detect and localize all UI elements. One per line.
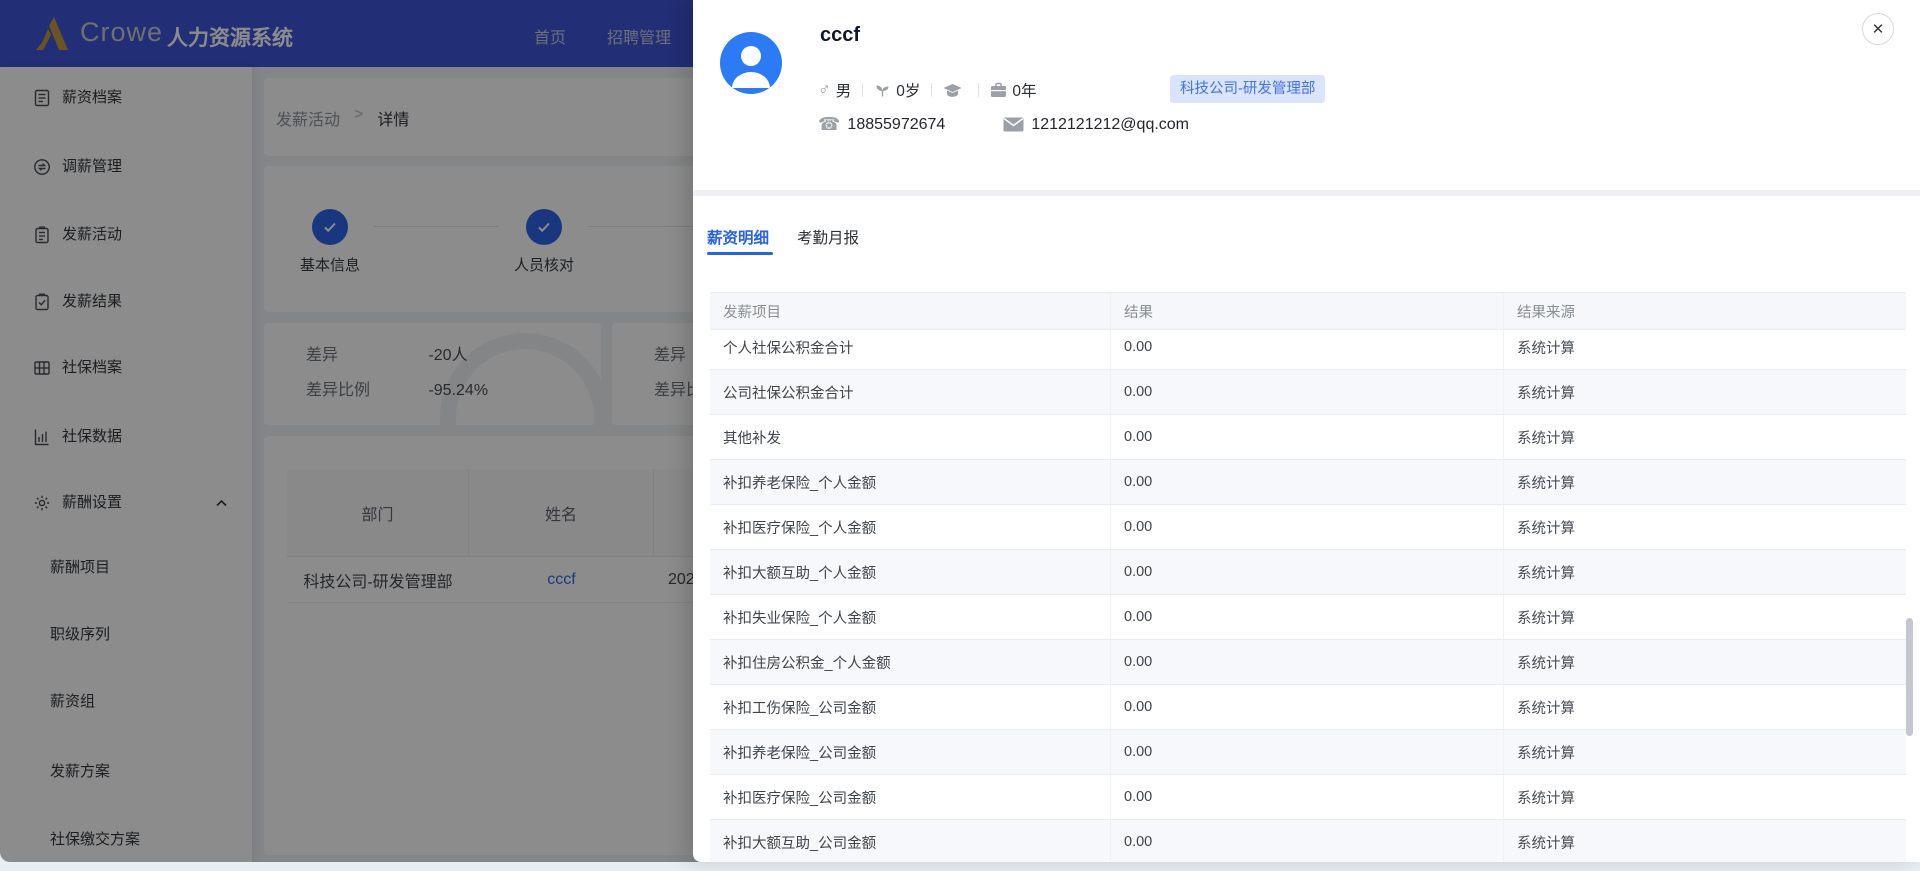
source-cell: 系统计算 — [1503, 775, 1906, 819]
result-cell: 0.00 — [1110, 820, 1503, 862]
item-cell: 个人社保公积金合计 — [723, 340, 854, 357]
table-row: 公司社保公积金合计 0.00 系统计算 — [710, 370, 1906, 415]
source-cell: 系统计算 — [1503, 730, 1906, 774]
department-tag: 科技公司-研发管理部 — [1170, 75, 1326, 103]
result-cell: 0.00 — [1110, 370, 1503, 414]
table-row: 补扣大额互助_个人金额 0.00 系统计算 — [710, 550, 1906, 595]
source-cell: 系统计算 — [1503, 595, 1906, 639]
table-row: 补扣住房公积金_个人金额 0.00 系统计算 — [710, 640, 1906, 685]
table-row: 补扣大额互助_公司金额 0.00 系统计算 — [710, 820, 1906, 862]
table-row: 补扣医疗保险_公司金额 0.00 系统计算 — [710, 775, 1906, 820]
result-cell: 0.00 — [1110, 730, 1503, 774]
source-cell: 系统计算 — [1503, 685, 1906, 729]
employee-contact-row: ☎ 18855972674 1212121212@qq.com — [818, 114, 1189, 135]
source-cell: 系统计算 — [1503, 330, 1906, 369]
source-cell: 系统计算 — [1503, 640, 1906, 684]
tab-salary-detail[interactable]: 薪资明细 — [707, 226, 769, 248]
salary-table: 发薪项目 结果 结果来源 — [710, 292, 1906, 330]
user-icon — [732, 46, 770, 88]
result-cell: 0.00 — [1110, 595, 1503, 639]
result-cell: 0.00 — [1110, 415, 1503, 459]
table-row: 补扣医疗保险_个人金额 0.00 系统计算 — [710, 505, 1906, 550]
header-divider — [693, 190, 1920, 196]
item-cell: 补扣工伤保险_公司金额 — [723, 700, 877, 717]
vertical-scrollbar[interactable] — [1906, 618, 1913, 736]
source-cell: 系统计算 — [1503, 505, 1906, 549]
briefcase-icon — [990, 82, 1007, 98]
result-cell: 0.00 — [1110, 550, 1503, 594]
item-cell: 补扣大额互助_个人金额 — [723, 565, 877, 582]
phone-icon: ☎ — [818, 114, 841, 134]
phone-value: 18855972674 — [847, 115, 946, 133]
seniority-value: 0年 — [1012, 83, 1037, 100]
employee-info-row: ♂ 男 0岁 0年 — [818, 79, 1037, 101]
divider — [978, 83, 980, 97]
sprout-age-icon — [874, 82, 891, 99]
salary-table-header: 发薪项目 结果 结果来源 — [710, 292, 1906, 330]
close-icon: ✕ — [1871, 21, 1885, 38]
table-row: 个人社保公积金合计 0.00 系统计算 — [710, 330, 1906, 370]
source-cell: 系统计算 — [1503, 820, 1906, 862]
result-cell: 0.00 — [1110, 640, 1503, 684]
result-cell: 0.00 — [1110, 330, 1503, 369]
salary-table-body: 个人社保公积金合计 0.00 系统计算 公司社保公积金合计 0.00 系统计算 … — [710, 330, 1906, 862]
table-row: 其他补发 0.00 系统计算 — [710, 415, 1906, 460]
divider — [931, 83, 933, 97]
item-cell: 公司社保公积金合计 — [723, 385, 854, 402]
item-cell: 补扣医疗保险_公司金额 — [723, 790, 877, 807]
employee-name: cccf — [820, 24, 861, 46]
table-row: 补扣养老保险_公司金额 0.00 系统计算 — [710, 730, 1906, 775]
close-button[interactable]: ✕ — [1862, 13, 1894, 45]
source-cell: 系统计算 — [1503, 415, 1906, 459]
result-cell: 0.00 — [1110, 505, 1503, 549]
table-row: 补扣养老保险_个人金额 0.00 系统计算 — [710, 460, 1906, 505]
gender-value: 男 — [835, 83, 852, 100]
item-cell: 补扣大额互助_公司金额 — [723, 835, 877, 852]
result-cell: 0.00 — [1110, 460, 1503, 504]
item-cell: 补扣住房公积金_个人金额 — [723, 655, 891, 672]
column-header-source: 结果来源 — [1503, 293, 1906, 329]
active-tab-indicator — [707, 252, 773, 255]
item-cell: 补扣养老保险_个人金额 — [723, 475, 877, 492]
item-cell: 其他补发 — [723, 430, 781, 447]
graduation-cap-icon — [943, 83, 962, 98]
source-cell: 系统计算 — [1503, 370, 1906, 414]
email-icon — [1003, 117, 1024, 132]
table-row: 补扣失业保险_个人金额 0.00 系统计算 — [710, 595, 1906, 640]
item-cell: 补扣医疗保险_个人金额 — [723, 520, 877, 537]
item-cell: 补扣失业保险_个人金额 — [723, 610, 877, 627]
column-header-item: 发薪项目 — [723, 304, 781, 321]
divider — [862, 83, 864, 97]
source-cell: 系统计算 — [1503, 550, 1906, 594]
employee-detail-drawer: ✕ cccf ♂ 男 0岁 0年 科技公司-研发管理部 ☎ 1885597267… — [693, 0, 1920, 862]
source-cell: 系统计算 — [1503, 460, 1906, 504]
age-value: 0岁 — [896, 83, 921, 100]
tab-attendance-report[interactable]: 考勤月报 — [797, 226, 859, 248]
avatar — [720, 32, 782, 94]
table-row: 补扣工伤保险_公司金额 0.00 系统计算 — [710, 685, 1906, 730]
column-header-result: 结果 — [1110, 293, 1503, 329]
male-icon: ♂ — [818, 80, 831, 99]
item-cell: 补扣养老保险_公司金额 — [723, 745, 877, 762]
email-value: 1212121212@qq.com — [1031, 115, 1190, 133]
result-cell: 0.00 — [1110, 775, 1503, 819]
result-cell: 0.00 — [1110, 685, 1503, 729]
